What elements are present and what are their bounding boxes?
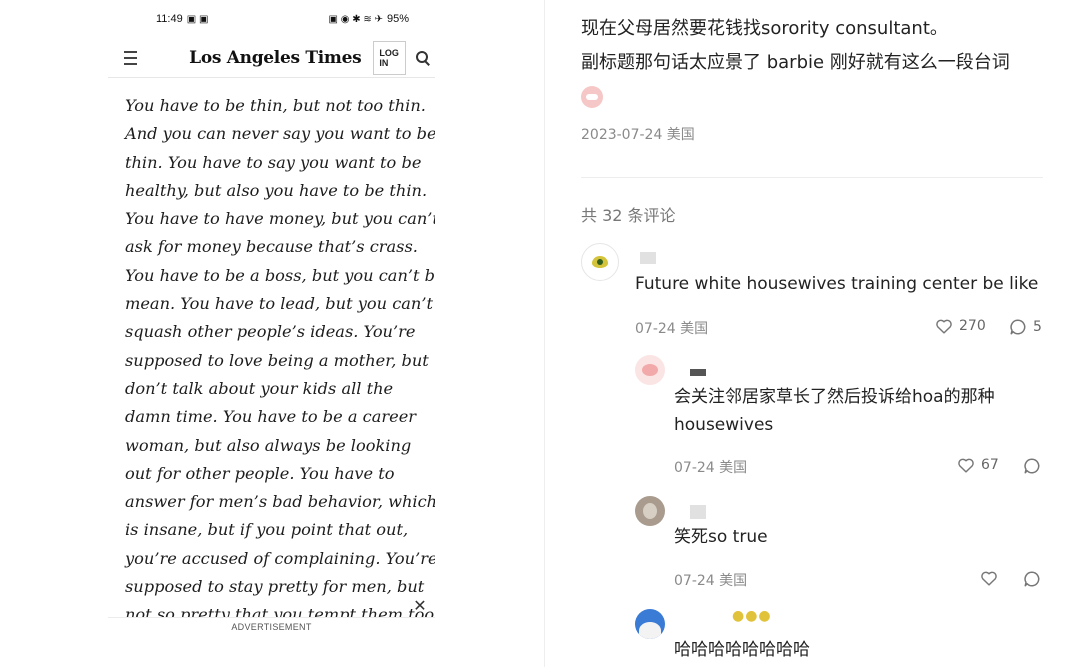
notification-icons: ▣ ▣ (186, 13, 209, 25)
comment-count: 共 32 条评论 (581, 206, 676, 225)
like-count: 67 (981, 457, 999, 473)
avatar[interactable] (635, 496, 665, 526)
avatar[interactable] (635, 355, 665, 385)
panel-divider (544, 0, 545, 667)
comment-meta: 07-24 美国 (674, 460, 748, 476)
post-line-1: 现在父母居然要花钱找sorority consultant。 (581, 18, 948, 39)
comment-meta: 07-24 美国 (674, 573, 748, 589)
comment-bubble-icon (1010, 319, 1026, 335)
like-count: 270 (959, 318, 986, 334)
username-redacted (690, 369, 706, 376)
comment-text: Future white housewives training center … (635, 274, 1039, 294)
reply-count: 5 (1033, 319, 1042, 335)
comment-text: 笑死so true (674, 527, 768, 547)
reply-button[interactable] (1023, 457, 1041, 475)
username-redacted (690, 505, 706, 519)
news-site-header: Los Angeles Times LOG IN (108, 38, 435, 78)
status-time: 11:49 (156, 13, 183, 25)
article-line: is insane, but if you point that out, (125, 520, 409, 540)
comment-bubble-icon (1024, 571, 1040, 587)
phone-screenshot: 11:49 ▣ ▣ ▣ ◉ ✱ ≋ ✈ 95% Los Angeles Time… (108, 0, 435, 667)
heart-icon (981, 571, 997, 586)
like-button[interactable] (980, 570, 998, 586)
reply-button[interactable] (1023, 570, 1041, 588)
comment-bubble-icon (1024, 458, 1040, 474)
article-line: supposed to love being a mother, but (125, 350, 429, 370)
comment-meta: 07-24 美国 (635, 321, 709, 337)
article-line: you’re accused of complaining. You’re (125, 548, 435, 568)
comment-text: 哈哈哈哈哈哈哈哈 (674, 640, 810, 660)
phone-status-bar: 11:49 ▣ ▣ ▣ ◉ ✱ ≋ ✈ 95% (108, 0, 435, 38)
article-line: squash other people’s ideas. You’re (125, 322, 416, 342)
article-line: mean. You have to lead, but you can’t (125, 294, 433, 314)
heart-icon (936, 319, 952, 334)
like-button[interactable]: 67 (957, 457, 999, 473)
avatar[interactable] (581, 243, 619, 281)
site-logo[interactable]: Los Angeles Times (189, 48, 361, 68)
reply-button[interactable]: 5 (1009, 318, 1042, 336)
username-redacted (640, 252, 656, 264)
post-comments-divider (581, 177, 1043, 178)
article-line: thin. You have to say you want to be (125, 152, 422, 172)
article-line: out for other people. You have to (125, 463, 395, 483)
article-line: You have to be thin, but not too thin. (125, 96, 426, 115)
search-icon[interactable] (415, 50, 429, 65)
hamburger-menu-icon[interactable] (124, 50, 138, 65)
comment-text-line-1: 会关注邻居家草长了然后投诉给hoa的那种 (674, 387, 995, 407)
article-line: healthy, but also you have to be thin. (125, 180, 428, 200)
article-line: damn time. You have to be a career (125, 407, 417, 427)
article-line: You have to be a boss, but you can’t be (125, 265, 435, 285)
article-line: not so pretty that you tempt them too (125, 605, 435, 617)
post-line-2: 副标题那句话太应景了 barbie 刚好就有这么一段台词 (581, 52, 1010, 73)
advertisement-label: ADVERTISEMENT (231, 622, 312, 632)
ad-divider (108, 617, 435, 618)
like-button[interactable]: 270 (935, 318, 986, 334)
article-line: And you can never say you want to be (125, 124, 435, 144)
article-line: don’t talk about your kids all the (125, 378, 394, 398)
close-ad-icon[interactable]: ✕ (410, 596, 430, 616)
article-body: You have to be thin, but not too thin. An… (108, 78, 435, 617)
laughing-emoji-icon (581, 86, 603, 108)
article-line: woman, but also always be looking (125, 435, 412, 455)
login-button[interactable]: LOG IN (373, 40, 406, 75)
system-status-icons: ▣ ◉ ✱ ≋ ✈ (328, 13, 383, 25)
article-line: ask for money because that’s crass. (125, 237, 418, 257)
article-line: supposed to stay pretty for men, but (125, 577, 425, 597)
comment-text-line-2: housewives (674, 415, 774, 435)
heart-icon (958, 458, 974, 473)
post: 现在父母居然要花钱找sorority consultant。 副标题那句话太应景… (581, 12, 1051, 144)
article-line: answer for men’s bad behavior, which (125, 492, 435, 512)
article-line: You have to have money, but you can’t (125, 209, 435, 229)
avatar[interactable] (635, 609, 665, 639)
battery-level: 95% (386, 13, 409, 25)
post-date: 2023-07-24 美国 (581, 127, 695, 143)
post-body: 现在父母居然要花钱找sorority consultant。 副标题那句话太应景… (581, 12, 1051, 112)
lemon-emoji-icons: ●●● (732, 608, 772, 624)
